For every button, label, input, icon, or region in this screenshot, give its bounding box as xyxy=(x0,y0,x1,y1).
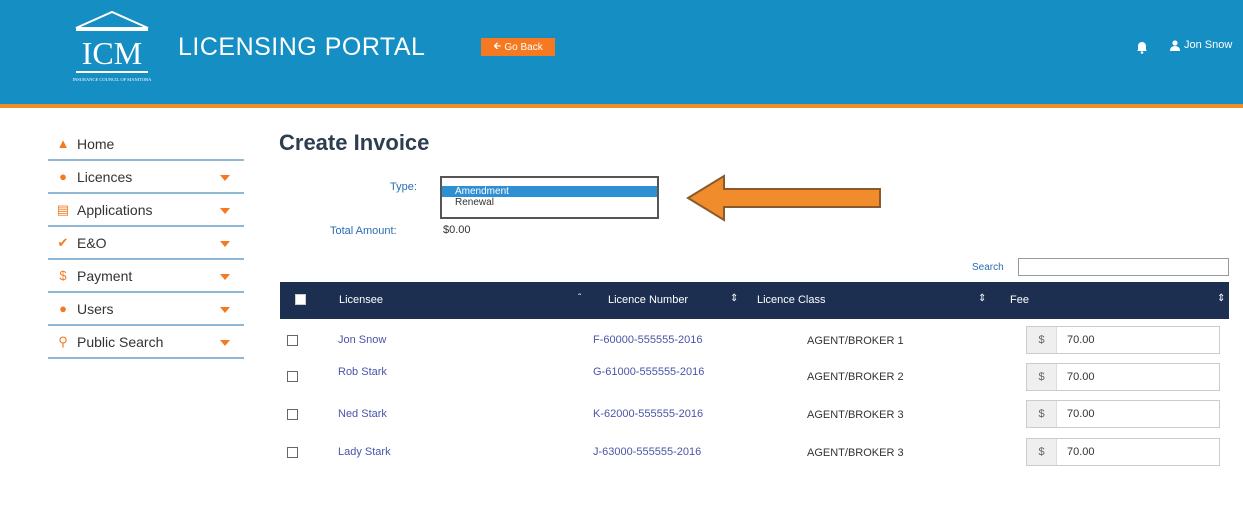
licensee-link[interactable]: Jon Snow xyxy=(338,334,386,346)
licensee-link[interactable]: Lady Stark xyxy=(338,446,391,458)
portal-title: LICENSING PORTAL xyxy=(178,33,426,61)
users-icon: ● xyxy=(59,301,67,316)
licence-class: AGENT/BROKER 1 xyxy=(807,335,904,347)
page-title: Create Invoice xyxy=(279,130,430,155)
sidebar-item-label: E&O xyxy=(77,234,107,251)
table-row: Rob Stark G-61000-555555-2016 AGENT/BROK… xyxy=(280,360,1229,394)
icm-logo-graphic: ICM INSURANCE COUNCIL OF MANITOBA xyxy=(73,10,153,82)
fee-value[interactable]: 70.00 xyxy=(1057,446,1095,458)
top-header: ICM INSURANCE COUNCIL OF MANITOBA LICENS… xyxy=(0,0,1243,108)
row-checkbox[interactable] xyxy=(287,335,298,346)
user-name: Jon Snow xyxy=(1184,39,1233,51)
sidebar-item-label: Users xyxy=(77,300,114,317)
sidebar-item-payment[interactable]: $ Payment xyxy=(48,260,244,293)
currency-symbol: $ xyxy=(1027,364,1057,390)
column-header-licensee[interactable]: Licensee xyxy=(339,294,383,306)
column-header-fee[interactable]: Fee xyxy=(1010,294,1029,306)
icm-logo[interactable]: ICM INSURANCE COUNCIL OF MANITOBA xyxy=(68,10,156,88)
user-icon xyxy=(1170,39,1180,51)
sidebar-item-home[interactable]: ▲ Home xyxy=(48,128,244,161)
search-label: Search xyxy=(972,262,1004,273)
notification-bell-icon[interactable] xyxy=(1135,40,1149,54)
fee-input[interactable]: $ 70.00 xyxy=(1026,326,1220,354)
calendar-icon: ▤ xyxy=(56,201,70,217)
select-all-checkbox[interactable] xyxy=(295,294,306,305)
sidebar-item-users[interactable]: ● Users xyxy=(48,293,244,326)
sort-icon[interactable]: ⇕ xyxy=(730,293,738,304)
table-row: Lady Stark J-63000-555555-2016 AGENT/BRO… xyxy=(280,436,1229,470)
currency-symbol: $ xyxy=(1027,401,1057,427)
sidebar-item-licences[interactable]: ● Licences xyxy=(48,161,244,194)
chevron-down-icon[interactable] xyxy=(220,241,230,247)
currency-symbol: $ xyxy=(1027,327,1057,353)
go-back-button[interactable]: 🡰 Go Back xyxy=(481,38,555,56)
chevron-down-icon[interactable] xyxy=(220,274,230,280)
sidebar-nav: ▲ Home ● Licences ▤ Applications ✔ E&O $… xyxy=(48,128,244,359)
licence-number-link[interactable]: G-61000-555555-2016 xyxy=(593,366,704,378)
row-checkbox[interactable] xyxy=(287,409,298,420)
currency-symbol: $ xyxy=(1027,439,1057,465)
home-icon: ▲ xyxy=(56,136,70,151)
column-header-licence-class[interactable]: Licence Class xyxy=(757,294,825,306)
type-option-amendment[interactable]: Amendment xyxy=(442,186,657,197)
sidebar-item-label: Public Search xyxy=(77,333,164,350)
chevron-down-icon[interactable] xyxy=(220,340,230,346)
go-back-label: Go Back xyxy=(504,41,543,53)
user-menu[interactable]: Jon Snow xyxy=(1170,39,1232,51)
sidebar-item-public-search[interactable]: ⚲ Public Search xyxy=(48,326,244,359)
type-option-renewal[interactable]: Renewal xyxy=(442,197,657,208)
logo-text: ICM xyxy=(82,35,142,71)
annotation-arrow-icon xyxy=(686,174,881,222)
licence-number-link[interactable]: F-60000-555555-2016 xyxy=(593,334,702,346)
chevron-down-icon[interactable] xyxy=(220,307,230,313)
search-input[interactable] xyxy=(1018,258,1229,276)
sort-icon[interactable]: ⇕ xyxy=(978,293,986,304)
sidebar-item-applications[interactable]: ▤ Applications xyxy=(48,194,244,227)
arrow-left-icon: 🡰 xyxy=(493,40,502,52)
fee-input[interactable]: $ 70.00 xyxy=(1026,363,1220,391)
fee-value[interactable]: 70.00 xyxy=(1057,408,1095,420)
licence-number-link[interactable]: K-62000-555555-2016 xyxy=(593,408,703,420)
logo-subtext: INSURANCE COUNCIL OF MANITOBA xyxy=(73,77,153,82)
table-header: Licensee ˆ Licence Number ⇕ Licence Clas… xyxy=(280,282,1229,319)
licence-number-link[interactable]: J-63000-555555-2016 xyxy=(593,446,701,458)
chevron-down-icon[interactable] xyxy=(220,175,230,181)
sidebar-item-label: Payment xyxy=(77,267,133,284)
sidebar-item-label: Home xyxy=(77,135,115,152)
licence-class: AGENT/BROKER 3 xyxy=(807,409,904,421)
fee-input[interactable]: $ 70.00 xyxy=(1026,400,1220,428)
sidebar-item-eo[interactable]: ✔ E&O xyxy=(48,227,244,260)
fee-input[interactable]: $ 70.00 xyxy=(1026,438,1220,466)
total-amount-label: Total Amount: xyxy=(330,225,397,237)
table-row: Jon Snow F-60000-555555-2016 AGENT/BROKE… xyxy=(280,324,1229,358)
licence-class: AGENT/BROKER 2 xyxy=(807,371,904,383)
sidebar-item-label: Applications xyxy=(77,201,153,218)
type-select[interactable]: Amendment Renewal xyxy=(440,176,659,219)
dollar-icon: $ xyxy=(59,268,67,283)
type-label: Type: xyxy=(390,181,417,193)
total-amount-value: $0.00 xyxy=(443,224,471,236)
chevron-down-icon[interactable] xyxy=(220,208,230,214)
licensee-link[interactable]: Rob Stark xyxy=(338,366,387,378)
row-checkbox[interactable] xyxy=(287,447,298,458)
fee-value[interactable]: 70.00 xyxy=(1057,334,1095,346)
row-checkbox[interactable] xyxy=(287,371,298,382)
fee-value[interactable]: 70.00 xyxy=(1057,371,1095,383)
table-row: Ned Stark K-62000-555555-2016 AGENT/BROK… xyxy=(280,398,1229,432)
circle-icon: ● xyxy=(59,169,67,184)
sort-icon[interactable]: ⇕ xyxy=(1217,293,1225,304)
licence-class: AGENT/BROKER 3 xyxy=(807,447,904,459)
sort-asc-icon[interactable]: ˆ xyxy=(578,293,581,304)
checkmark-icon: ✔ xyxy=(57,234,69,250)
column-header-licence-number[interactable]: Licence Number xyxy=(608,294,688,306)
sidebar-item-label: Licences xyxy=(77,168,133,185)
search-icon: ⚲ xyxy=(58,333,68,349)
licensee-link[interactable]: Ned Stark xyxy=(338,408,387,420)
